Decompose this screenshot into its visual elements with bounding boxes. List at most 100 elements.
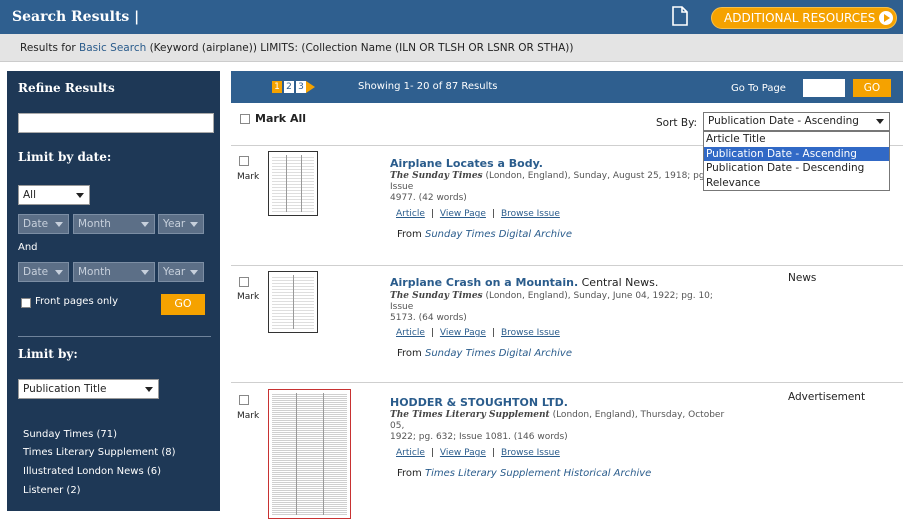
search-type-link[interactable]: Basic Search (79, 42, 146, 54)
chevron-down-icon (190, 222, 198, 227)
chevron-down-icon (76, 193, 84, 198)
result-source: From Times Literary Supplement Historica… (397, 468, 651, 479)
from-year-value: Year (163, 218, 186, 230)
browse-issue-link[interactable]: Browse Issue (501, 328, 560, 338)
to-year-select[interactable]: Year (158, 262, 204, 282)
result-title-link[interactable]: Airplane Locates a Body. (390, 157, 543, 170)
sort-option-date-ascending[interactable]: Publication Date - Ascending (704, 146, 889, 161)
next-page-arrow-icon[interactable] (306, 81, 315, 93)
result-divider (231, 382, 903, 383)
to-month-select[interactable]: Month (73, 262, 155, 282)
to-month-value: Month (78, 266, 111, 278)
to-date-select[interactable]: Date (18, 262, 69, 282)
browse-issue-link[interactable]: Browse Issue (501, 209, 560, 219)
limit-by-heading: Limit by: (18, 347, 78, 361)
front-pages-checkbox[interactable] (21, 298, 31, 308)
page-3-link[interactable]: 3 (296, 81, 306, 93)
to-year-value: Year (163, 266, 186, 278)
link-separator: | (491, 328, 495, 338)
thumbnail-column-rule (286, 155, 287, 212)
archive-link[interactable]: Sunday Times Digital Archive (425, 348, 572, 359)
view-page-link[interactable]: View Page (440, 209, 486, 219)
result-links: Article | View Page | Browse Issue (396, 328, 560, 338)
result-title-link[interactable]: Airplane Crash on a Mountain. (390, 276, 578, 289)
thumbnail-column-rule (293, 275, 294, 329)
result-citation: The Times Literary Supplement (London, E… (390, 410, 730, 443)
result-citation-line2: 1922; pg. 632; Issue 1081. (146 words) (390, 432, 568, 442)
view-page-link[interactable]: View Page (440, 328, 486, 338)
front-pages-label: Front pages only (35, 296, 118, 307)
result-citation-line2: 5173. (64 words) (390, 313, 467, 323)
facet-sunday-times[interactable]: Sunday Times (71) (23, 429, 117, 440)
result-mark-checkbox[interactable] (239, 277, 249, 287)
page-1-link[interactable]: 1 (272, 81, 282, 93)
archive-link[interactable]: Sunday Times Digital Archive (425, 229, 572, 240)
facet-illustrated-london-news[interactable]: Illustrated London News (6) (23, 466, 161, 477)
link-separator: | (430, 448, 434, 458)
sort-by-value: Publication Date - Ascending (708, 115, 859, 127)
chevron-down-icon (145, 387, 153, 392)
chevron-down-icon (876, 119, 884, 124)
article-link[interactable]: Article (396, 328, 425, 338)
from-date-value: Date (23, 218, 49, 230)
from-month-select[interactable]: Month (73, 214, 155, 234)
result-mark-checkbox[interactable] (239, 395, 249, 405)
page-thumbnail-image (272, 393, 347, 515)
result-thumbnail[interactable] (268, 271, 318, 333)
result-mark-checkbox[interactable] (239, 156, 249, 166)
facet-times-literary-supplement[interactable]: Times Literary Supplement (8) (23, 447, 176, 458)
article-link[interactable]: Article (396, 209, 425, 219)
browse-issue-link[interactable]: Browse Issue (501, 448, 560, 458)
chevron-down-icon (141, 270, 149, 275)
results-for-query: (Keyword (airplane)) LIMITS: (Collection… (146, 42, 574, 54)
result-thumbnail[interactable] (268, 389, 351, 519)
archive-link[interactable]: Times Literary Supplement Historical Arc… (425, 468, 651, 479)
link-separator: | (491, 448, 495, 458)
result-citation: The Sunday Times (London, England), Sund… (390, 291, 730, 324)
link-separator: | (430, 209, 434, 219)
result-type: News (788, 272, 817, 284)
from-label: From (397, 229, 425, 240)
sort-option-article-title[interactable]: Article Title (704, 132, 889, 147)
additional-resources-button[interactable]: ADDITIONAL RESOURCES (711, 7, 897, 29)
limit-by-date-heading: Limit by date: (18, 150, 112, 164)
article-link[interactable]: Article (396, 448, 425, 458)
limit-by-select[interactable]: Publication Title (18, 379, 159, 399)
sort-by-select[interactable]: Publication Date - Ascending (703, 112, 890, 131)
refine-sidebar: Refine Results Limit by date: All Date M… (7, 71, 220, 511)
header-bar: Search Results | ADDITIONAL RESOURCES (0, 0, 903, 34)
refine-search-input[interactable] (18, 113, 214, 133)
result-thumbnail[interactable] (268, 151, 318, 216)
result-source: From Sunday Times Digital Archive (397, 348, 572, 359)
pagination-bar: 1 2 3 Showing 1- 20 of 87 Results Go To … (231, 71, 903, 103)
result-mark-label: Mark (237, 411, 260, 421)
chevron-down-icon (190, 270, 198, 275)
result-title-link[interactable]: HODDER & STOUGHTON LTD. (390, 396, 568, 409)
go-to-page-input[interactable] (803, 79, 845, 97)
from-date-select[interactable]: Date (18, 214, 69, 234)
result-publication: The Sunday Times (390, 171, 483, 181)
document-icon[interactable] (672, 6, 688, 26)
from-year-select[interactable]: Year (158, 214, 204, 234)
sort-dropdown-list: Article Title Publication Date - Ascendi… (703, 131, 890, 191)
page-2-link[interactable]: 2 (284, 81, 294, 93)
from-month-value: Month (78, 218, 111, 230)
facet-listener[interactable]: Listener (2) (23, 485, 81, 496)
date-range-select[interactable]: All (18, 185, 90, 205)
go-to-page-label: Go To Page (731, 83, 786, 94)
chevron-down-icon (141, 222, 149, 227)
view-page-link[interactable]: View Page (440, 448, 486, 458)
go-to-page-button[interactable]: GO (853, 79, 891, 97)
thumbnail-column-rule (296, 393, 297, 515)
date-go-button[interactable]: GO (161, 294, 205, 315)
result-citation: The Sunday Times (London, England), Sund… (390, 171, 730, 204)
mark-all-label: Mark All (255, 112, 306, 125)
sort-option-date-descending[interactable]: Publication Date - Descending (704, 161, 889, 176)
and-label: And (18, 242, 38, 253)
thumbnail-column-rule (323, 393, 324, 515)
mark-all-checkbox[interactable] (240, 114, 250, 124)
chevron-down-icon (55, 270, 63, 275)
sort-option-relevance[interactable]: Relevance (704, 176, 889, 191)
results-for-bar: Results for Basic Search (Keyword (airpl… (0, 34, 903, 62)
to-date-value: Date (23, 266, 49, 278)
